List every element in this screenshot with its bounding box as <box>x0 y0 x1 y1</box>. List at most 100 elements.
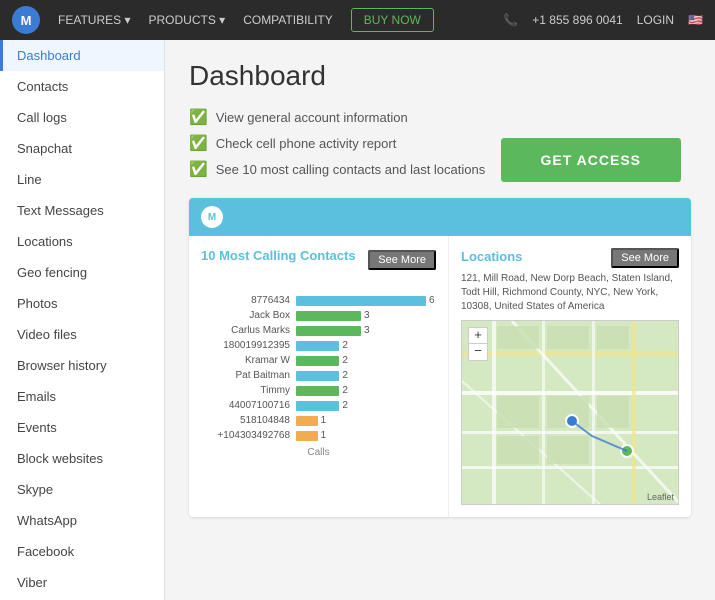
map: + − Leaflet <box>461 320 679 505</box>
bar-fill <box>296 341 339 351</box>
phone-number: +1 855 896 0041 <box>532 13 622 27</box>
bar-value: 2 <box>342 355 348 366</box>
sidebar-item-viber[interactable]: Viber <box>0 567 164 598</box>
sidebar-item-skype[interactable]: Skype <box>0 474 164 505</box>
bar-row: Carlus Marks 3 <box>201 325 436 336</box>
sidebar-item-events[interactable]: Events <box>0 412 164 443</box>
locations-see-more-button[interactable]: See More <box>611 248 679 268</box>
bar-fill <box>296 296 426 306</box>
bar-track: 1 <box>296 415 436 426</box>
get-access-button[interactable]: GET ACCESS <box>501 138 682 182</box>
products-menu[interactable]: PRODUCTS ▾ <box>148 13 225 27</box>
compatibility-link[interactable]: COMPATIBILITY <box>243 13 333 27</box>
bar-fill <box>296 356 339 366</box>
bar-label: Pat Baitman <box>201 370 296 381</box>
bar-label: 180019912395 <box>201 340 296 351</box>
sidebar-item-geo-fencing[interactable]: Geo fencing <box>0 257 164 288</box>
bar-value: 1 <box>321 430 327 441</box>
bar-row: Timmy 2 <box>201 385 436 396</box>
bar-fill <box>296 431 318 441</box>
dashboard-card: M 10 Most Calling Contacts See More ≡ 87… <box>189 198 691 517</box>
bar-row: 518104848 1 <box>201 415 436 426</box>
bar-label: Kramar W <box>201 355 296 366</box>
topnav-right: 📞 +1 855 896 0041 LOGIN 🇺🇸 <box>503 13 703 27</box>
logo[interactable]: M <box>12 6 40 34</box>
sidebar-item-line[interactable]: Line <box>0 164 164 195</box>
bar-value: 2 <box>342 370 348 381</box>
bar-row: 44007100716 2 <box>201 400 436 411</box>
login-button[interactable]: LOGIN <box>637 13 674 27</box>
sidebar-item-browser-history[interactable]: Browser history <box>0 350 164 381</box>
bar-track: 6 <box>296 295 436 306</box>
features-menu[interactable]: FEATURES ▾ <box>58 13 130 27</box>
bar-value: 3 <box>364 310 370 321</box>
bar-fill <box>296 401 339 411</box>
bar-label: 8776434 <box>201 295 296 306</box>
bar-value: 2 <box>342 340 348 351</box>
card-logo: M <box>201 206 223 228</box>
calls-bars: 8776434 6 Jack Box 3 Carlus Marks 3 1800… <box>201 295 436 441</box>
sidebar-item-call-logs[interactable]: Call logs <box>0 102 164 133</box>
bar-fill <box>296 311 361 321</box>
bar-fill <box>296 386 339 396</box>
bar-label: 518104848 <box>201 415 296 426</box>
bar-track: 1 <box>296 430 436 441</box>
sidebar-item-dashboard[interactable]: Dashboard <box>0 40 164 71</box>
bar-track: 2 <box>296 370 436 381</box>
sidebar-item-locations[interactable]: Locations <box>0 226 164 257</box>
bar-value: 2 <box>342 385 348 396</box>
sidebar-item-emails[interactable]: Emails <box>0 381 164 412</box>
sidebar-item-video-files[interactable]: Video files <box>0 319 164 350</box>
sidebar-item-text-messages[interactable]: Text Messages <box>0 195 164 226</box>
bar-track: 2 <box>296 385 436 396</box>
locations-title: Locations <box>461 249 522 264</box>
bar-track: 2 <box>296 340 436 351</box>
bar-label: Jack Box <box>201 310 296 321</box>
page-title: Dashboard <box>189 60 691 92</box>
zoom-out-button[interactable]: − <box>469 344 487 360</box>
card-body: 10 Most Calling Contacts See More ≡ 8776… <box>189 236 691 517</box>
buy-now-button[interactable]: BUY NOW <box>351 8 434 32</box>
sidebar-item-whatsapp[interactable]: WhatsApp <box>0 505 164 536</box>
calls-widget: 10 Most Calling Contacts See More ≡ 8776… <box>189 236 449 517</box>
sidebar-item-facebook[interactable]: Facebook <box>0 536 164 567</box>
bar-label: Carlus Marks <box>201 325 296 336</box>
phone-icon: 📞 <box>503 13 518 27</box>
bar-track: 2 <box>296 400 436 411</box>
locations-widget: Locations See More 121, Mill Road, New D… <box>449 236 691 517</box>
zoom-in-button[interactable]: + <box>469 328 487 344</box>
location-address: 121, Mill Road, New Dorp Beach, Staten I… <box>461 272 679 314</box>
bar-value: 1 <box>321 415 327 426</box>
sidebar-item-block-websites[interactable]: Block websites <box>0 443 164 474</box>
bar-fill <box>296 326 361 336</box>
bar-fill <box>296 371 339 381</box>
check-icon: ✅ <box>189 160 208 178</box>
bar-value: 3 <box>364 325 370 336</box>
bar-label: 44007100716 <box>201 400 296 411</box>
calls-title: 10 Most Calling Contacts <box>201 248 356 263</box>
sidebar-item-snapchat[interactable]: Snapchat <box>0 133 164 164</box>
card-header: M <box>189 198 691 236</box>
bar-label: Timmy <box>201 385 296 396</box>
sidebar-item-photos[interactable]: Photos <box>0 288 164 319</box>
bar-fill <box>296 416 318 426</box>
map-attribution: Leaflet <box>647 492 674 502</box>
flag-icon: 🇺🇸 <box>688 13 703 27</box>
sidebar: DashboardContactsCall logsSnapchatLineTe… <box>0 40 165 600</box>
bar-label: +104303492768 <box>201 430 296 441</box>
bar-track: 3 <box>296 310 436 321</box>
bar-value: 2 <box>342 400 348 411</box>
top-navigation: M FEATURES ▾ PRODUCTS ▾ COMPATIBILITY BU… <box>0 0 715 40</box>
calls-see-more-button[interactable]: See More <box>368 250 436 270</box>
bar-row: Jack Box 3 <box>201 310 436 321</box>
calls-axis-label: Calls <box>201 447 436 458</box>
sidebar-item-contacts[interactable]: Contacts <box>0 71 164 102</box>
bar-row: 180019912395 2 <box>201 340 436 351</box>
checklist-item: ✅View general account information <box>189 108 691 126</box>
bar-value: 6 <box>429 295 435 306</box>
check-icon: ✅ <box>189 108 208 126</box>
main-content: Dashboard ✅View general account informat… <box>165 40 715 600</box>
bar-row: 8776434 6 <box>201 295 436 306</box>
bar-row: +104303492768 1 <box>201 430 436 441</box>
map-zoom-controls[interactable]: + − <box>468 327 488 361</box>
